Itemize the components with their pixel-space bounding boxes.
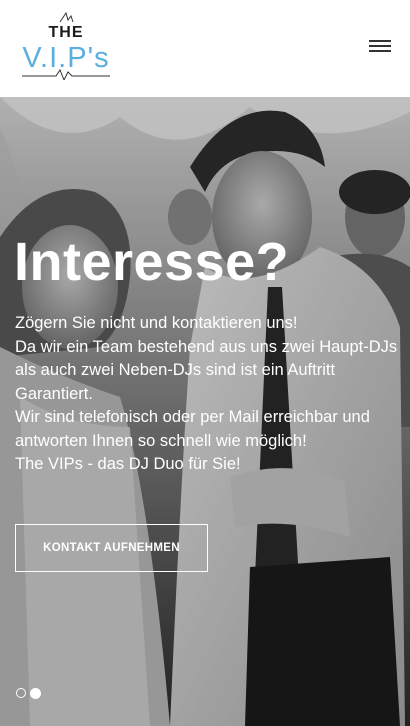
logo-text-vips: V.I.P's [22,42,110,74]
hero-text-line: Zögern Sie nicht und kontaktieren uns! [15,314,298,332]
hero-text-line: The VIPs - das DJ Duo für Sie! [15,455,241,473]
contact-button[interactable]: KONTAKT AUFNEHMEN [15,524,208,572]
slider-dot-1[interactable] [16,688,26,698]
logo-text-the: THE [48,24,84,41]
hero-text-line: Garantiert. [15,384,93,403]
slider-dot-2-active[interactable] [30,688,41,699]
hero-text-line: als auch zwei Neben-DJs sind ist ein Auf… [15,361,336,379]
site-logo[interactable]: THE V.I.P's [20,12,112,80]
hero-slider: Interesse? Zögern Sie nicht und kontakti… [0,97,410,726]
menu-button[interactable] [362,33,396,59]
hero-description: Zögern Sie nicht und kontaktieren uns! D… [15,312,400,477]
hero-text-line: Wir sind telefonisch oder per Mail errei… [15,408,370,426]
hamburger-line [369,50,391,52]
hero-text-line: Da wir ein Team bestehend aus uns zwei H… [15,337,398,356]
hero-text-line: antworten Ihnen so schnell wie möglich! [15,431,307,450]
hero-title: Interesse? [14,232,290,292]
hamburger-menu-icon [369,40,391,42]
site-header: THE V.I.P's [0,0,410,97]
hamburger-line [369,45,391,47]
